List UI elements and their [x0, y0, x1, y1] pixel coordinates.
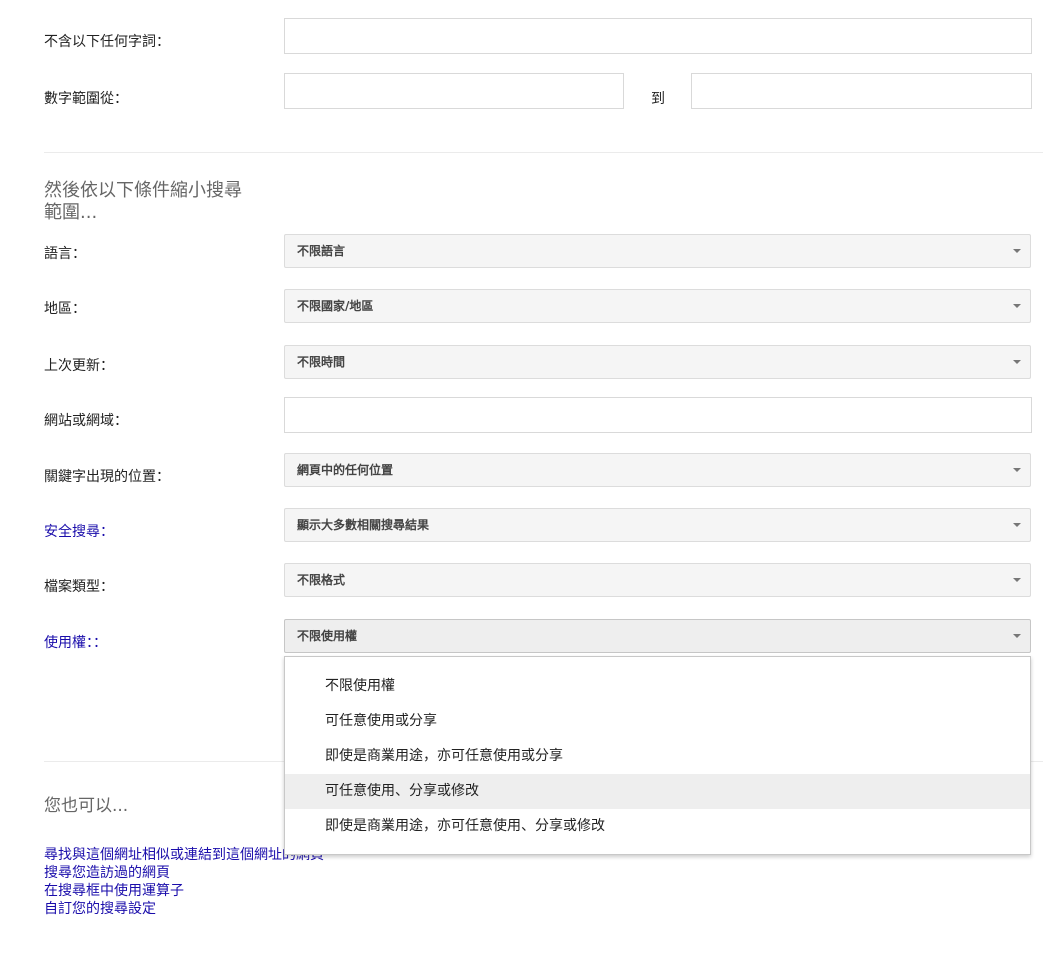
chevron-down-icon [1013, 523, 1021, 527]
also-section-heading: 您也可以... [44, 796, 129, 816]
section-divider [44, 152, 1043, 153]
search-visited-pages-link[interactable]: 搜尋您造訪過的網頁 [44, 864, 324, 882]
use-operators-link[interactable]: 在搜尋框中使用運算子 [44, 882, 324, 900]
usage-rights-select[interactable]: 不限使用權 [284, 619, 1031, 653]
language-label: 語言： [44, 246, 86, 262]
usage-rights-option-highlighted[interactable]: 可任意使用、分享或修改 [285, 774, 1030, 809]
number-range-to-label: 到 [651, 91, 665, 107]
chevron-down-icon [1013, 249, 1021, 253]
last-update-select-value: 不限時間 [297, 355, 346, 369]
usage-rights-option[interactable]: 可任意使用或分享 [285, 704, 1030, 739]
safe-search-select-value: 顯示大多數相關搜尋結果 [297, 518, 430, 532]
narrow-results-heading: 然後依以下條件縮小搜尋 範圍... [44, 180, 242, 224]
usage-rights-link[interactable]: 使用權：： [44, 632, 107, 652]
number-range-from-input[interactable] [284, 73, 624, 109]
exclude-words-label: 不含以下任何字詞： [44, 34, 170, 50]
exclude-words-input[interactable] [284, 18, 1032, 54]
site-domain-label: 網站或網域： [44, 413, 128, 429]
safe-search-select[interactable]: 顯示大多數相關搜尋結果 [284, 508, 1031, 542]
chevron-down-icon [1013, 304, 1021, 308]
file-type-select[interactable]: 不限格式 [284, 563, 1031, 597]
usage-rights-dropdown: 不限使用權 可任意使用或分享 即使是商業用途，亦可任意使用或分享 可任意使用、分… [284, 656, 1031, 855]
language-select-value: 不限語言 [297, 244, 346, 258]
terms-appearing-select-value: 網頁中的任何位置 [297, 463, 394, 477]
chevron-down-icon [1013, 468, 1021, 472]
safe-search-link[interactable]: 安全搜尋： [44, 521, 114, 541]
narrow-results-heading-line2: 範圍... [44, 202, 98, 223]
terms-appearing-label: 關鍵字出現的位置： [44, 469, 170, 485]
usage-rights-select-value: 不限使用權 [297, 629, 358, 643]
region-select[interactable]: 不限國家/地區 [284, 289, 1031, 323]
number-range-label: 數字範圍從： [44, 91, 128, 107]
chevron-down-icon [1013, 578, 1021, 582]
file-type-label: 檔案類型： [44, 579, 114, 595]
terms-appearing-select[interactable]: 網頁中的任何位置 [284, 453, 1031, 487]
find-similar-pages-link[interactable]: 尋找與這個網址相似或連結到這個網址的網頁 [44, 846, 324, 864]
chevron-down-icon [1013, 360, 1021, 364]
region-label: 地區： [44, 301, 86, 317]
language-select[interactable]: 不限語言 [284, 234, 1031, 268]
customize-search-settings-link[interactable]: 自訂您的搜尋設定 [44, 900, 324, 918]
number-range-to-input[interactable] [691, 73, 1032, 109]
narrow-results-heading-line1: 然後依以下條件縮小搜尋 [44, 180, 242, 201]
usage-rights-option[interactable]: 即使是商業用途，亦可任意使用或分享 [285, 739, 1030, 774]
also-links-list: 尋找與這個網址相似或連結到這個網址的網頁 搜尋您造訪過的網頁 在搜尋框中使用運算… [44, 846, 324, 918]
region-select-value: 不限國家/地區 [297, 299, 374, 313]
last-update-select[interactable]: 不限時間 [284, 345, 1031, 379]
chevron-down-icon [1013, 634, 1021, 638]
last-update-label: 上次更新： [44, 358, 114, 374]
usage-rights-option[interactable]: 即使是商業用途，亦可任意使用、分享或修改 [285, 809, 1030, 844]
usage-rights-option[interactable]: 不限使用權 [285, 669, 1030, 704]
site-domain-input[interactable] [284, 397, 1032, 433]
file-type-select-value: 不限格式 [297, 573, 346, 587]
